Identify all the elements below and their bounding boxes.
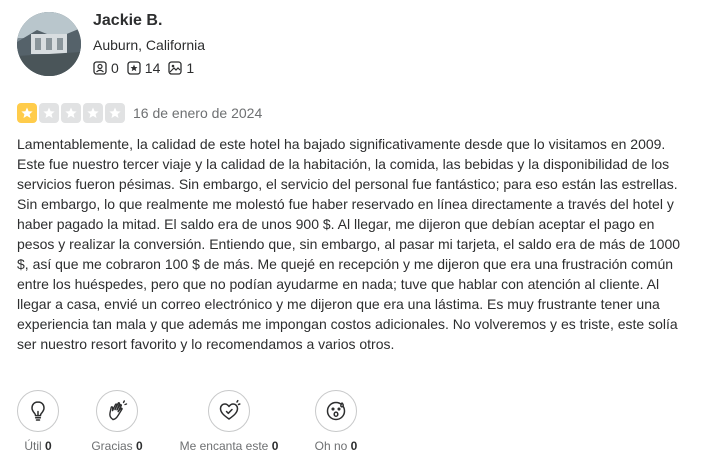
heart-icon [219,399,241,420]
star-icon-empty [83,103,103,123]
oh-no-button[interactable] [315,390,357,432]
oh-no-label: Oh no 0 [314,439,358,453]
star-icon-empty [61,103,81,123]
useful-count: 0 [45,439,52,453]
user-location: Auburn, California [93,37,206,53]
thanks-label: Gracias 0 [91,439,143,453]
photos-stat: 1 [168,60,194,76]
reviews-stat: 14 [127,60,161,76]
star-review-icon [127,61,141,75]
star-icon-filled [17,103,37,123]
love-button[interactable] [208,390,250,432]
user-name[interactable]: Jackie B. [93,12,162,30]
oh-no-count: 0 [350,439,358,453]
reaction-thanks[interactable]: Gracias 0 [91,390,143,453]
love-label: Me encanta este 0 [179,439,279,453]
user-stats: 0 14 1 [93,60,202,76]
review-card: Jackie B. Auburn, California 0 14 1 16 d… [0,0,704,462]
reactions-bar: Útil 0 Gracias 0 Me encanta este 0 Oh no… [0,390,704,462]
photos-count: 1 [186,60,195,76]
star-icon-empty [105,103,125,123]
useful-label: Útil 0 [24,439,52,453]
useful-button[interactable] [17,390,59,432]
avatar[interactable] [17,12,81,76]
friends-icon [93,61,107,75]
reaction-love[interactable]: Me encanta este 0 [180,390,278,453]
love-count: 0 [271,439,279,453]
star-icon-empty [39,103,59,123]
reaction-oh-no[interactable]: Oh no 0 [315,390,357,453]
clapping-hands-icon [109,400,128,421]
review-date: 16 de enero de 2024 [133,105,263,121]
thanks-button[interactable] [96,390,138,432]
friends-stat: 0 [93,60,119,76]
photo-icon [168,61,183,75]
friends-count: 0 [111,60,119,76]
review-text: Lamentablemente, la calidad de este hote… [17,136,681,352]
thanks-count: 0 [136,439,143,453]
lightbulb-icon [31,401,45,421]
surprised-face-icon [326,401,346,421]
reviews-count: 14 [144,60,161,76]
star-rating: 16 de enero de 2024 [17,103,262,123]
reaction-useful[interactable]: Útil 0 [17,390,59,453]
